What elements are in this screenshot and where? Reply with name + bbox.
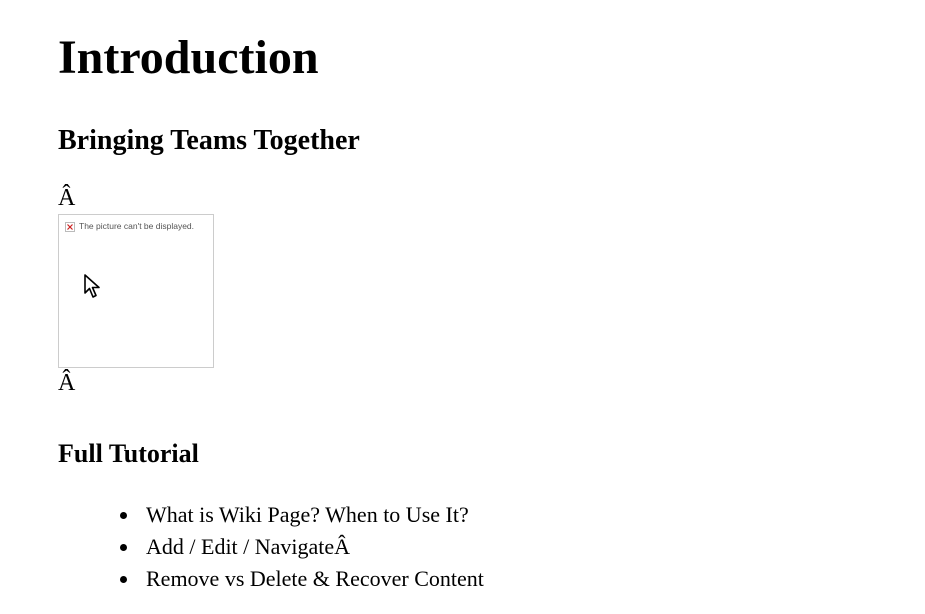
tutorial-list: What is Wiki Page? When to Use It? Add /… xyxy=(58,499,925,595)
list-item: Remove vs Delete & Recover Content xyxy=(140,563,925,595)
stray-char-before: Â xyxy=(58,185,925,212)
section-heading-teams: Bringing Teams Together xyxy=(58,125,925,157)
list-item: Add / Edit / NavigateÂ xyxy=(140,531,925,563)
page-title: Introduction xyxy=(58,30,925,85)
section-heading-tutorial: Full Tutorial xyxy=(58,439,925,469)
list-item: What is Wiki Page? When to Use It? xyxy=(140,499,925,531)
cursor-icon xyxy=(83,273,105,306)
broken-image-placeholder: The picture can't be displayed. xyxy=(58,214,214,368)
stray-char-after: Â xyxy=(58,370,925,397)
broken-image-text: The picture can't be displayed. xyxy=(79,221,194,231)
broken-image-x-icon xyxy=(65,222,75,232)
